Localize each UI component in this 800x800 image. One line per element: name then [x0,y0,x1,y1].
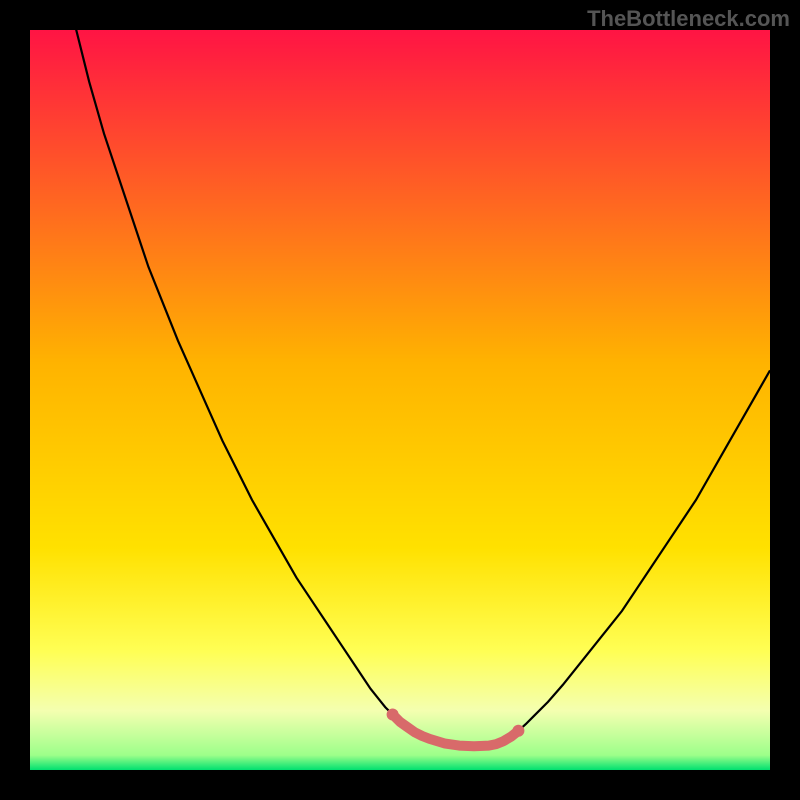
plot-area [30,30,770,770]
bottleneck-curve [30,30,770,746]
curve-layer [30,30,770,770]
endpoint-dot-left [387,709,399,721]
endpoint-dot-right [512,725,524,737]
bottleneck-curve-bottom [393,715,519,747]
watermark-text: TheBottleneck.com [587,6,790,32]
chart-frame: TheBottleneck.com [0,0,800,800]
